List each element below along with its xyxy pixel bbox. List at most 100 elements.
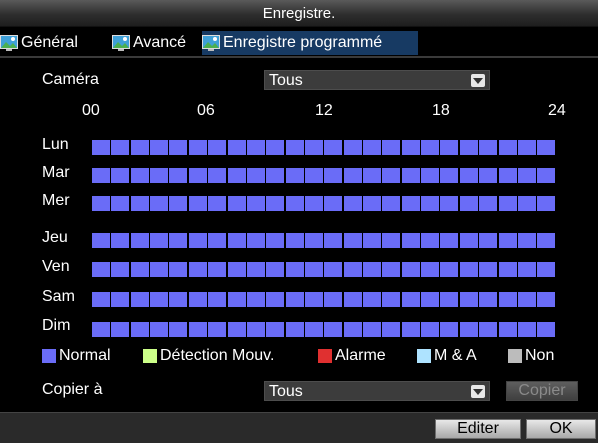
schedule-slot[interactable] <box>440 322 458 337</box>
schedule-slot[interactable] <box>479 140 497 155</box>
schedule-slot[interactable] <box>111 140 129 155</box>
schedule-slot[interactable] <box>92 292 110 307</box>
schedule-slot[interactable] <box>421 168 439 183</box>
schedule-slot[interactable] <box>460 168 478 183</box>
schedule-slot[interactable] <box>479 233 497 248</box>
schedule-slot[interactable] <box>479 262 497 277</box>
schedule-slot[interactable] <box>208 322 226 337</box>
schedule-slot[interactable] <box>228 233 246 248</box>
schedule-slot[interactable] <box>518 322 536 337</box>
schedule-slot[interactable] <box>266 292 284 307</box>
schedule-slot[interactable] <box>402 322 420 337</box>
schedule-slot[interactable] <box>189 322 207 337</box>
schedule-slot[interactable] <box>131 233 149 248</box>
schedule-slot[interactable] <box>131 196 149 211</box>
schedule-slot[interactable] <box>421 140 439 155</box>
schedule-slot[interactable] <box>131 140 149 155</box>
schedule-slot[interactable] <box>208 262 226 277</box>
schedule-slot[interactable] <box>169 233 187 248</box>
schedule-slot[interactable] <box>111 233 129 248</box>
schedule-slot[interactable] <box>208 196 226 211</box>
schedule-slot[interactable] <box>537 140 555 155</box>
schedule-slot[interactable] <box>344 233 362 248</box>
schedule-slot[interactable] <box>363 262 381 277</box>
schedule-slot[interactable] <box>324 196 342 211</box>
schedule-slot[interactable] <box>266 233 284 248</box>
schedule-slot[interactable] <box>460 322 478 337</box>
schedule-slot[interactable] <box>499 292 517 307</box>
schedule-slot[interactable] <box>402 262 420 277</box>
schedule-slot[interactable] <box>169 262 187 277</box>
schedule-slot[interactable] <box>363 196 381 211</box>
schedule-slot[interactable] <box>189 292 207 307</box>
schedule-slot[interactable] <box>189 196 207 211</box>
schedule-slot[interactable] <box>169 196 187 211</box>
schedule-slot[interactable] <box>440 262 458 277</box>
schedule-slot[interactable] <box>189 233 207 248</box>
schedule-slot[interactable] <box>228 196 246 211</box>
schedule-slot[interactable] <box>92 196 110 211</box>
schedule-slot[interactable] <box>518 262 536 277</box>
schedule-slot[interactable] <box>286 140 304 155</box>
schedule-slot[interactable] <box>499 322 517 337</box>
schedule-slot[interactable] <box>344 196 362 211</box>
schedule-slot[interactable] <box>247 196 265 211</box>
schedule-slot[interactable] <box>208 168 226 183</box>
schedule-slot[interactable] <box>382 168 400 183</box>
schedule-slot[interactable] <box>228 292 246 307</box>
schedule-slot[interactable] <box>499 196 517 211</box>
schedule-slot[interactable] <box>266 140 284 155</box>
schedule-slot[interactable] <box>324 322 342 337</box>
schedule-slot[interactable] <box>440 292 458 307</box>
schedule-slot[interactable] <box>382 262 400 277</box>
schedule-slot[interactable] <box>150 140 168 155</box>
schedule-slot[interactable] <box>402 168 420 183</box>
schedule-slot[interactable] <box>421 196 439 211</box>
schedule-slot[interactable] <box>402 292 420 307</box>
schedule-slot[interactable] <box>150 262 168 277</box>
schedule-slot[interactable] <box>324 168 342 183</box>
schedule-slot[interactable] <box>518 168 536 183</box>
schedule-slot[interactable] <box>382 292 400 307</box>
schedule-slot[interactable] <box>344 168 362 183</box>
schedule-slot[interactable] <box>363 168 381 183</box>
schedule-slot[interactable] <box>382 322 400 337</box>
schedule-slot[interactable] <box>460 292 478 307</box>
schedule-slot[interactable] <box>440 140 458 155</box>
schedule-slot[interactable] <box>286 196 304 211</box>
schedule-slot[interactable] <box>266 262 284 277</box>
schedule-slot[interactable] <box>208 140 226 155</box>
schedule-slot[interactable] <box>324 262 342 277</box>
schedule-slot[interactable] <box>382 196 400 211</box>
tab-advanced[interactable]: Avancé <box>112 31 200 55</box>
schedule-slot[interactable] <box>266 322 284 337</box>
schedule-slot[interactable] <box>344 262 362 277</box>
schedule-slot[interactable] <box>421 322 439 337</box>
schedule-slot[interactable] <box>460 233 478 248</box>
schedule-slot[interactable] <box>479 168 497 183</box>
schedule-slot[interactable] <box>305 196 323 211</box>
schedule-slot[interactable] <box>460 196 478 211</box>
schedule-slot[interactable] <box>344 292 362 307</box>
schedule-slot[interactable] <box>111 168 129 183</box>
schedule-slot[interactable] <box>111 196 129 211</box>
schedule-slot[interactable] <box>305 292 323 307</box>
schedule-slot[interactable] <box>305 262 323 277</box>
schedule-slot[interactable] <box>324 140 342 155</box>
schedule-slot[interactable] <box>131 168 149 183</box>
schedule-slot[interactable] <box>402 233 420 248</box>
schedule-slot[interactable] <box>228 168 246 183</box>
schedule-slot[interactable] <box>131 322 149 337</box>
schedule-slot[interactable] <box>479 292 497 307</box>
schedule-slot[interactable] <box>421 262 439 277</box>
schedule-slot[interactable] <box>169 168 187 183</box>
schedule-slot[interactable] <box>344 140 362 155</box>
schedule-slot[interactable] <box>247 262 265 277</box>
schedule-slot[interactable] <box>460 140 478 155</box>
schedule-slot[interactable] <box>169 140 187 155</box>
schedule-slot[interactable] <box>150 168 168 183</box>
schedule-slot[interactable] <box>92 233 110 248</box>
schedule-slot[interactable] <box>189 262 207 277</box>
schedule-slot[interactable] <box>169 292 187 307</box>
schedule-slot[interactable] <box>131 292 149 307</box>
